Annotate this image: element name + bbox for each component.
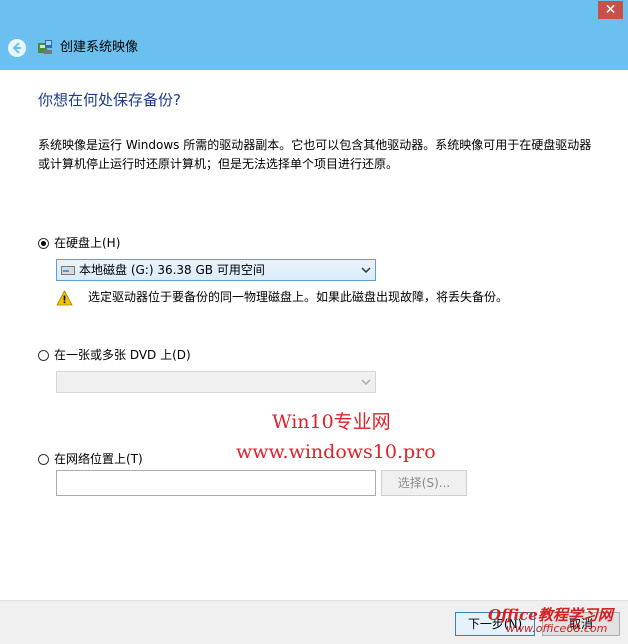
window-titlebar: ✕: [0, 0, 628, 28]
chevron-down-icon: [361, 267, 371, 274]
radio-network[interactable]: [38, 453, 49, 465]
option-network[interactable]: 在网络位置上(T): [38, 451, 143, 467]
close-button[interactable]: ✕: [598, 1, 623, 19]
network-path-input[interactable]: [56, 470, 376, 496]
option-dvd-label: 在一张或多张 DVD 上(D): [54, 348, 191, 362]
option-hard-disk[interactable]: 在硬盘上(H): [38, 235, 120, 251]
option-dvd[interactable]: 在一张或多张 DVD 上(D): [38, 347, 191, 363]
page-heading: 你想在何处保存备份?: [38, 91, 181, 109]
hard-disk-selected-value: 本地磁盘 (G:) 36.38 GB 可用空间: [79, 263, 265, 277]
wizard-header: 创建系统映像: [0, 28, 628, 70]
backup-app-icon: [38, 40, 52, 54]
back-arrow-icon: [12, 42, 21, 54]
browse-button[interactable]: 选择(S)...: [381, 470, 467, 496]
radio-hard-disk[interactable]: [38, 237, 49, 249]
page-description: 系统映像是运行 Windows 所需的驱动器副本。它也可以包含其他驱动器。系统映…: [38, 138, 592, 171]
drive-icon: [61, 266, 75, 275]
office-watermark-url: www.office68.com: [506, 622, 608, 635]
warning-icon: [56, 290, 73, 306]
back-button[interactable]: [8, 39, 26, 57]
watermark-site-url: www.windows10.pro: [236, 441, 436, 463]
window-title: 创建系统映像: [60, 40, 139, 55]
close-icon: ✕: [604, 2, 617, 18]
hard-disk-dropdown[interactable]: 本地磁盘 (G:) 36.38 GB 可用空间: [56, 259, 376, 281]
option-network-label: 在网络位置上(T): [54, 452, 143, 466]
radio-dvd[interactable]: [38, 349, 49, 361]
chevron-down-icon: [361, 379, 371, 386]
option-hard-disk-label: 在硬盘上(H): [54, 236, 121, 250]
office-watermark-logo: Office教程学习网 www.office68.com: [478, 604, 628, 642]
warning-text: 选定驱动器位于要备份的同一物理磁盘上。如果此磁盘出现故障，将丢失备份。: [88, 290, 509, 304]
dvd-dropdown: [56, 371, 376, 393]
watermark-site-name: Win10专业网: [272, 411, 391, 433]
